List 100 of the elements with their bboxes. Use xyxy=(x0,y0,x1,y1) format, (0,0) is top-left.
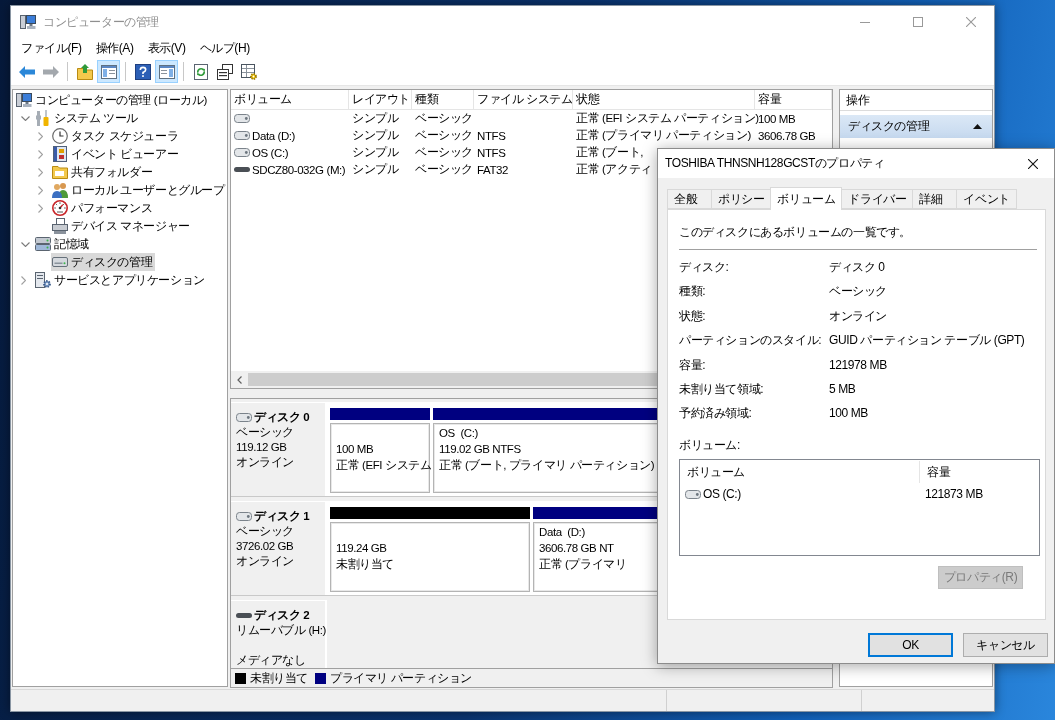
partition-size: 119.02 GB NTFS xyxy=(439,443,521,455)
users-icon xyxy=(52,182,68,198)
computer-icon xyxy=(20,14,36,30)
column-header[interactable]: 状態 xyxy=(573,90,755,109)
table-cell: 正常 (ブート, xyxy=(576,145,644,160)
list-gear-icon xyxy=(240,63,257,80)
chevron-right-icon[interactable] xyxy=(21,275,26,285)
tab[interactable]: 全般 xyxy=(667,189,712,209)
column-header[interactable]: 種類 xyxy=(412,90,474,109)
disk-info-panel[interactable]: ディスク 0 ベーシック 119.12 GB オンライン xyxy=(231,402,327,496)
column-header[interactable]: レイアウト xyxy=(349,90,412,109)
up-folder-icon xyxy=(76,63,93,80)
column-header[interactable]: ボリューム xyxy=(231,90,349,109)
minimize-icon xyxy=(860,21,870,23)
chevron-right-icon[interactable] xyxy=(38,149,43,159)
actions-header: 操作 xyxy=(840,90,992,111)
table-cell: 正常 (EFI システム パーティション) xyxy=(576,111,759,126)
disk-size: 119.12 GB xyxy=(236,440,287,455)
tree-item[interactable]: システム ツール xyxy=(34,109,141,127)
disk-drive-icon xyxy=(236,413,252,422)
action-pane-button[interactable] xyxy=(155,60,178,83)
tab[interactable]: ドライバー xyxy=(841,189,914,209)
disk-drive-icon xyxy=(234,131,250,140)
disk-drive-icon xyxy=(685,489,701,499)
disk-type: ベーシック xyxy=(236,524,294,539)
column-header[interactable]: 容量 xyxy=(755,90,832,109)
disk-status: オンライン xyxy=(236,554,294,569)
tree-item[interactable]: デバイス マネージャー xyxy=(51,217,193,235)
property-value: オンライン xyxy=(829,307,888,324)
table-cell: SDCZ80-032G (M:) xyxy=(252,163,346,176)
column-header[interactable]: ボリューム xyxy=(680,461,920,484)
help-icon xyxy=(134,63,151,80)
tree-item[interactable]: タスク スケジューラ xyxy=(51,127,182,145)
table-cell: 100 MB xyxy=(758,112,796,125)
column-header[interactable]: ファイル システム xyxy=(474,90,573,109)
tab[interactable]: イベント xyxy=(956,189,1017,209)
table-cell: シンプル xyxy=(352,162,399,177)
tree-item[interactable]: サービスとアプリケーション xyxy=(34,271,208,289)
menu-item[interactable]: 操作(A) xyxy=(88,38,141,58)
chevron-left-icon xyxy=(237,375,242,384)
partition-size: 119.24 GB xyxy=(336,542,387,554)
table-cell: ベーシック xyxy=(415,145,473,160)
partition-size: 100 MB xyxy=(336,443,374,455)
disk-info-panel[interactable]: ディスク 2 リムーバブル (H:) メディアなし xyxy=(231,600,327,668)
table-cell: シンプル xyxy=(352,145,399,160)
dialog-button[interactable]: OK xyxy=(868,633,953,657)
refresh-icon xyxy=(192,63,209,80)
dialog-button[interactable]: キャンセル xyxy=(963,633,1048,657)
tools-icon xyxy=(35,110,51,126)
property-value: ベーシック xyxy=(829,283,888,300)
partition-status: 未割り当て xyxy=(336,558,394,570)
close-icon xyxy=(966,17,976,27)
tab[interactable]: ポリシー xyxy=(711,189,772,209)
chevron-down-icon[interactable] xyxy=(21,115,30,121)
column-header[interactable]: 容量 xyxy=(920,461,1030,484)
property-value: 5 MB xyxy=(829,380,857,397)
disk-drive-icon xyxy=(234,114,250,123)
right-pane-icon xyxy=(158,63,175,80)
console-tree-button[interactable] xyxy=(97,60,120,83)
server-gear-icon xyxy=(35,272,51,288)
disk-status: オンライン xyxy=(236,455,294,470)
window-title: コンピューターの管理 xyxy=(43,13,159,31)
menu-item[interactable]: ファイル(F) xyxy=(14,38,89,58)
table-cell: シンプル xyxy=(352,111,399,126)
partition-box[interactable]: 100 MB 正常 (EFI システム xyxy=(330,423,430,493)
partition-box[interactable]: 119.24 GB 未割り当て xyxy=(330,522,530,592)
property-label: 予約済み領域: xyxy=(679,405,753,422)
tree-item[interactable]: 共有フォルダー xyxy=(51,163,156,181)
partition-status: 正常 (EFI システム xyxy=(336,459,432,471)
tree-item[interactable]: パフォーマンス xyxy=(51,199,156,217)
chevron-right-icon[interactable] xyxy=(38,167,43,177)
close-icon xyxy=(1028,158,1038,169)
table-cell: Data (D:) xyxy=(252,129,296,142)
property-value: 121978 MB xyxy=(829,356,888,373)
removable-drive-icon xyxy=(236,613,252,618)
chevron-down-icon[interactable] xyxy=(21,241,30,247)
menu-item[interactable]: 表示(V) xyxy=(140,38,193,58)
list-label: ボリューム: xyxy=(679,437,741,454)
tree-item[interactable]: ローカル ユーザーとグループ xyxy=(51,181,228,199)
tab[interactable]: ボリューム xyxy=(770,187,843,210)
tree-item[interactable]: 記憶域 xyxy=(34,235,92,253)
left-pane-icon xyxy=(100,63,117,80)
action-section-header[interactable]: ディスクの管理 xyxy=(840,115,992,138)
disk-info-panel[interactable]: ディスク 1 ベーシック 3726.02 GB オンライン xyxy=(231,501,327,595)
table-cell: NTFS xyxy=(477,129,506,142)
menu-item[interactable]: ヘルプ(H) xyxy=(192,38,257,58)
tab[interactable]: 詳細 xyxy=(912,189,958,209)
chevron-right-icon[interactable] xyxy=(38,131,43,141)
property-label: パーティションのスタイル: xyxy=(679,332,823,349)
tree-item[interactable]: コンピューターの管理 (ローカル) xyxy=(15,91,211,109)
tree-item[interactable]: イベント ビューアー xyxy=(51,145,182,163)
table-cell: NTFS xyxy=(477,146,506,159)
property-label: 種類: xyxy=(679,283,707,300)
chevron-right-icon[interactable] xyxy=(38,185,43,195)
partition-label: Data (D:) xyxy=(539,526,585,538)
property-label: 状態: xyxy=(679,307,707,324)
legend-label: プライマリ パーティション xyxy=(330,670,472,686)
chevron-right-icon[interactable] xyxy=(38,203,43,213)
tree-item[interactable]: ディスクの管理 xyxy=(51,253,156,271)
disk-drive-icon xyxy=(236,512,252,521)
